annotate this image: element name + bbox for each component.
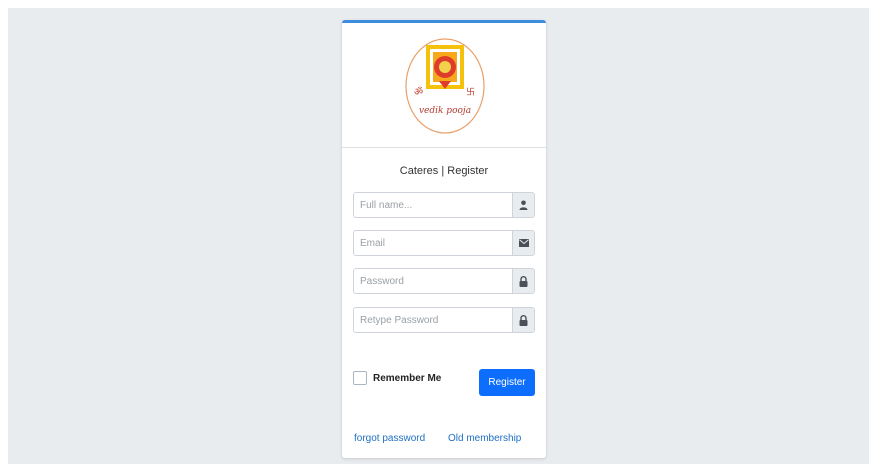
- email-input-group: [353, 230, 535, 256]
- remember-me: Remember Me: [353, 371, 441, 385]
- logo-text: vedik pooja: [419, 106, 471, 116]
- register-card: ॐ 卐 vedik pooja Cateres | Register Full …: [342, 20, 546, 458]
- fullname-input-group: [353, 192, 535, 218]
- remember-me-label[interactable]: Remember Me: [373, 373, 441, 384]
- remember-me-checkbox[interactable]: [353, 371, 367, 385]
- logo-om-symbol: ॐ: [414, 86, 423, 98]
- forgot-password-link[interactable]: forgot password: [354, 433, 425, 444]
- card-header: ॐ 卐 vedik pooja: [342, 23, 546, 148]
- box-message: Cateres | Register: [399, 165, 489, 177]
- fullname-input[interactable]: [354, 193, 512, 217]
- retype-password-input-group: [353, 307, 535, 333]
- lock-icon: [512, 308, 534, 332]
- envelope-icon: [512, 231, 534, 255]
- logo-image: ॐ 卐 vedik pooja: [405, 38, 485, 134]
- user-icon: [512, 193, 534, 217]
- password-input-group: [353, 268, 535, 294]
- email-input[interactable]: [354, 231, 512, 255]
- register-button[interactable]: Register: [479, 369, 535, 396]
- old-membership-link[interactable]: Old membership: [448, 433, 521, 444]
- logo-swastika-symbol: 卐: [466, 87, 475, 98]
- lock-icon: [512, 269, 534, 293]
- password-input[interactable]: [354, 269, 512, 293]
- retype-password-input[interactable]: [354, 308, 512, 332]
